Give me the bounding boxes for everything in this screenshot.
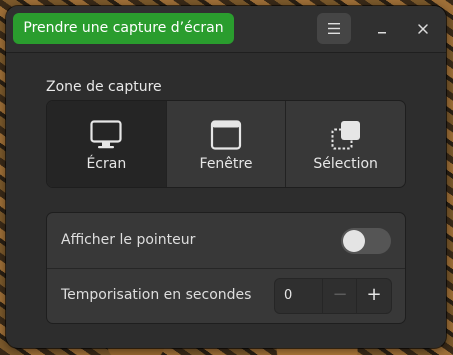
delay-input[interactable]: 0 (275, 279, 321, 313)
capture-area-title: Zone de capture (46, 79, 162, 95)
capture-option-label: Sélection (313, 156, 378, 172)
main-menu-button[interactable] (317, 13, 351, 44)
capture-option-screen[interactable]: Écran (47, 101, 167, 187)
capture-area-selector: Écran Fenêtre Sélection (46, 100, 406, 188)
close-icon (418, 24, 428, 34)
delay-label: Temporisation en secondes (61, 287, 252, 303)
capture-option-label: Fenêtre (199, 156, 253, 172)
window-icon (210, 120, 242, 150)
capture-option-window[interactable]: Fenêtre (167, 101, 287, 187)
capture-settings-list: Afficher le pointeur Temporisation en se… (46, 212, 406, 324)
delay-row: Temporisation en secondes 0 − + (47, 268, 405, 323)
header-bar: Prendre une capture d’écran (6, 6, 446, 53)
switch-knob (343, 230, 365, 252)
selection-icon (331, 121, 360, 150)
take-screenshot-button[interactable]: Prendre une capture d’écran (13, 13, 234, 44)
show-pointer-row: Afficher le pointeur (47, 213, 405, 269)
show-pointer-label: Afficher le pointeur (61, 232, 196, 248)
minimize-icon (378, 32, 386, 34)
capture-option-label: Écran (86, 156, 127, 172)
delay-spinbutton: 0 − + (274, 278, 392, 314)
show-pointer-switch[interactable] (341, 228, 391, 254)
capture-option-selection[interactable]: Sélection (286, 101, 405, 187)
minimize-button[interactable] (370, 17, 394, 41)
monitor-icon (90, 120, 122, 149)
hamburger-menu-icon (328, 23, 340, 34)
increase-delay-button[interactable]: + (356, 279, 391, 313)
close-button[interactable] (411, 17, 435, 41)
screenshot-window: Prendre une capture d’écran Zone de capt… (6, 6, 446, 348)
decrease-delay-button[interactable]: − (322, 279, 357, 313)
